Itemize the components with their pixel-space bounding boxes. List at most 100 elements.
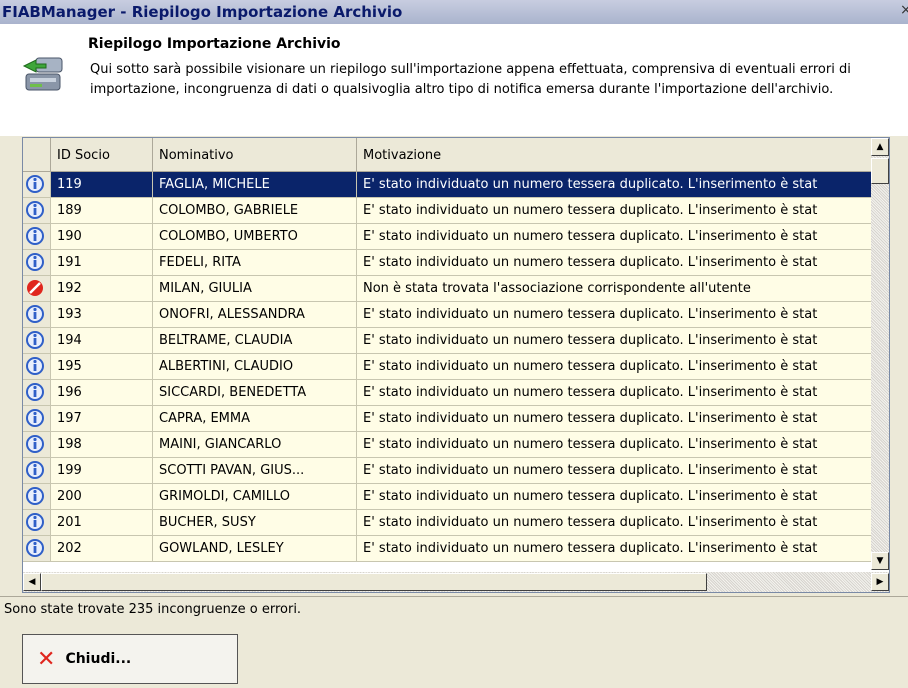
vertical-scrollbar[interactable]: ▲ ▼ [871, 138, 889, 570]
table-row[interactable]: 191 FEDELI, RITA E' stato individuato un n… [23, 250, 885, 276]
dialog-header: Riepilogo Importazione Archivio Qui sott… [0, 24, 908, 136]
window-title: FIABManager - Riepilogo Importazione Arc… [2, 3, 403, 21]
info-icon [23, 302, 51, 328]
grid-header: ID Socio Nominativo Motivazione [23, 138, 885, 172]
horizontal-scroll-thumb[interactable] [41, 573, 707, 591]
grid-rows: 119 FAGLIA, MICHELE E' stato individuato u… [23, 172, 885, 562]
cell-nominativo: COLOMBO, GABRIELE [153, 198, 357, 224]
import-summary-grid[interactable]: ID Socio Nominativo Motivazione 119 FAGLI… [22, 137, 890, 593]
cell-id-socio: 198 [51, 432, 153, 458]
table-row[interactable]: 192 MILAN, GIULIA Non è stata trovata l'as… [23, 276, 885, 302]
scroll-left-button[interactable]: ◀ [23, 573, 41, 591]
table-row[interactable]: 198 MAINI, GIANCARLO E' stato individuato … [23, 432, 885, 458]
cell-nominativo: SICCARDI, BENEDETTA [153, 380, 357, 406]
cell-motivazione: E' stato individuato un numero tessera d… [357, 510, 885, 536]
cell-nominativo: MILAN, GIULIA [153, 276, 357, 302]
window-titlebar[interactable]: FIABManager - Riepilogo Importazione Arc… [0, 0, 908, 24]
cell-id-socio: 199 [51, 458, 153, 484]
cell-nominativo: SCOTTI PAVAN, GIUS... [153, 458, 357, 484]
cell-motivazione: E' stato individuato un numero tessera d… [357, 198, 885, 224]
column-header-nominativo[interactable]: Nominativo [153, 138, 357, 172]
cell-motivazione: E' stato individuato un numero tessera d… [357, 458, 885, 484]
cell-id-socio: 201 [51, 510, 153, 536]
cell-id-socio: 191 [51, 250, 153, 276]
table-row[interactable]: 196 SICCARDI, BENEDETTA E' stato individua… [23, 380, 885, 406]
info-icon [23, 198, 51, 224]
scroll-down-button[interactable]: ▼ [871, 552, 889, 570]
info-icon [23, 432, 51, 458]
table-row[interactable]: 189 COLOMBO, GABRIELE E' stato individuato… [23, 198, 885, 224]
cell-motivazione: E' stato individuato un numero tessera d… [357, 380, 885, 406]
table-row[interactable]: 190 COLOMBO, UMBERTO E' stato individuato … [23, 224, 885, 250]
info-icon [23, 250, 51, 276]
cell-motivazione: E' stato individuato un numero tessera d… [357, 172, 885, 198]
vertical-scroll-thumb[interactable] [871, 158, 889, 184]
table-row[interactable]: 202 GOWLAND, LESLEY E' stato individuato u… [23, 536, 885, 562]
column-header-id-socio[interactable]: ID Socio [51, 138, 153, 172]
cell-motivazione: E' stato individuato un numero tessera d… [357, 302, 885, 328]
import-archive-icon [22, 57, 63, 91]
cell-nominativo: BUCHER, SUSY [153, 510, 357, 536]
column-header-motivazione[interactable]: Motivazione [357, 138, 885, 172]
status-text: Sono state trovate 235 incongruenze o er… [4, 602, 302, 617]
cell-nominativo: ONOFRI, ALESSANDRA [153, 302, 357, 328]
cell-nominativo: CAPRA, EMMA [153, 406, 357, 432]
info-icon [23, 354, 51, 380]
cell-id-socio: 194 [51, 328, 153, 354]
table-row[interactable]: 200 GRIMOLDI, CAMILLO E' stato individuato… [23, 484, 885, 510]
cell-nominativo: MAINI, GIANCARLO [153, 432, 357, 458]
close-x-icon: ✕ [37, 646, 56, 672]
cell-nominativo: FEDELI, RITA [153, 250, 357, 276]
cell-id-socio: 190 [51, 224, 153, 250]
table-row[interactable]: 199 SCOTTI PAVAN, GIUS... E' stato individ… [23, 458, 885, 484]
info-icon [23, 458, 51, 484]
cell-motivazione: E' stato individuato un numero tessera d… [357, 406, 885, 432]
cell-id-socio: 195 [51, 354, 153, 380]
close-button-label: Chiudi... [65, 651, 132, 667]
scroll-right-button[interactable]: ▶ [871, 573, 889, 591]
horizontal-scrollbar[interactable]: ◀ ▶ [23, 572, 889, 592]
cell-nominativo: GRIMOLDI, CAMILLO [153, 484, 357, 510]
cell-motivazione: Non è stata trovata l'associazione corri… [357, 276, 885, 302]
info-icon [23, 172, 51, 198]
cell-id-socio: 189 [51, 198, 153, 224]
table-row[interactable]: 195 ALBERTINI, CLAUDIO E' stato individuat… [23, 354, 885, 380]
cell-nominativo: GOWLAND, LESLEY [153, 536, 357, 562]
close-button[interactable]: ✕ Chiudi... [22, 634, 238, 684]
window-close-button[interactable]: × [900, 2, 908, 20]
cell-motivazione: E' stato individuato un numero tessera d… [357, 250, 885, 276]
table-row[interactable]: 194 BELTRAME, CLAUDIA E' stato individuato… [23, 328, 885, 354]
cell-id-socio: 200 [51, 484, 153, 510]
table-row[interactable]: 197 CAPRA, EMMA E' stato individuato un nu… [23, 406, 885, 432]
cell-nominativo: BELTRAME, CLAUDIA [153, 328, 357, 354]
cell-motivazione: E' stato individuato un numero tessera d… [357, 224, 885, 250]
cell-motivazione: E' stato individuato un numero tessera d… [357, 354, 885, 380]
cell-motivazione: E' stato individuato un numero tessera d… [357, 432, 885, 458]
status-bar: Sono state trovate 235 incongruenze o er… [0, 596, 908, 622]
cell-id-socio: 197 [51, 406, 153, 432]
cell-nominativo: ALBERTINI, CLAUDIO [153, 354, 357, 380]
cell-id-socio: 192 [51, 276, 153, 302]
table-row[interactable]: 193 ONOFRI, ALESSANDRA E' stato individuat… [23, 302, 885, 328]
cell-nominativo: FAGLIA, MICHELE [153, 172, 357, 198]
cell-motivazione: E' stato individuato un numero tessera d… [357, 536, 885, 562]
info-icon [23, 406, 51, 432]
error-icon [23, 276, 51, 302]
info-icon [23, 484, 51, 510]
cell-id-socio: 119 [51, 172, 153, 198]
info-icon [23, 328, 51, 354]
cell-id-socio: 193 [51, 302, 153, 328]
table-row[interactable]: 201 BUCHER, SUSY E' stato individuato un n… [23, 510, 885, 536]
header-title: Riepilogo Importazione Archivio [88, 36, 341, 52]
cell-motivazione: E' stato individuato un numero tessera d… [357, 328, 885, 354]
cell-id-socio: 196 [51, 380, 153, 406]
column-header-icon[interactable] [23, 138, 51, 172]
cell-id-socio: 202 [51, 536, 153, 562]
table-row[interactable]: 119 FAGLIA, MICHELE E' stato individuato u… [23, 172, 885, 198]
scroll-up-button[interactable]: ▲ [871, 138, 889, 156]
info-icon [23, 536, 51, 562]
info-icon [23, 224, 51, 250]
info-icon [23, 510, 51, 536]
info-icon [23, 380, 51, 406]
cell-nominativo: COLOMBO, UMBERTO [153, 224, 357, 250]
